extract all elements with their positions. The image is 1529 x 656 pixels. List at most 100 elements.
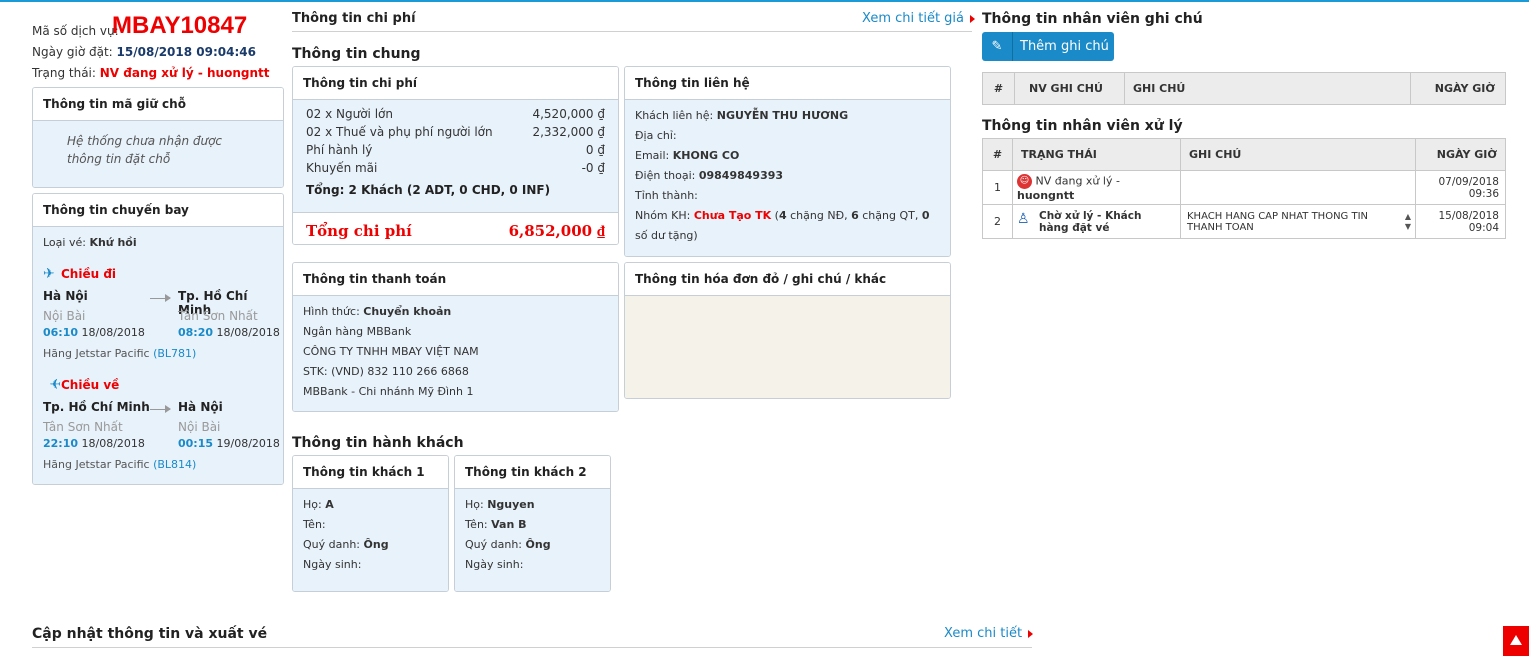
- arrow-right-icon: [150, 405, 171, 413]
- total-guests: Tổng: 2 Khách (2 ADT, 0 CHD, 0 INF): [306, 183, 551, 197]
- total-cost-value: 6,852,000 ₫: [508, 222, 605, 240]
- inbound-airline: Hãng Jetstar Pacific: [43, 458, 150, 471]
- outbound-dep-time: 06:10: [43, 326, 79, 339]
- cost-row-value: -0 ₫: [581, 161, 605, 175]
- company-line: CÔNG TY TNHH MBAY VIỆT NAM: [303, 345, 479, 358]
- outbound-to-airport: Tân Sơn Nhất: [178, 309, 258, 323]
- outbound-label: Chiều đi: [61, 267, 117, 281]
- reservation-panel: Thông tin mã giữ chỗ Hệ thống chưa nhận …: [32, 87, 284, 188]
- payment-panel-title: Thông tin thanh toán: [293, 263, 618, 296]
- inbound-arr-time: 00:15: [178, 437, 214, 450]
- staff-avatar-icon: ☺: [1017, 173, 1032, 189]
- total-cost-label: Tổng chi phí: [306, 222, 412, 240]
- outbound-from-city: Hà Nội: [43, 289, 88, 303]
- inbound-dep-time: 22:10: [43, 437, 79, 450]
- plane-depart-icon: ✈: [43, 266, 55, 282]
- scroll-to-top-button[interactable]: [1503, 626, 1529, 656]
- add-note-button[interactable]: ✎ Thêm ghi chú: [982, 32, 1114, 61]
- contact-name: NGUYỄN THU HƯƠNG: [716, 109, 849, 122]
- contact-panel-title: Thông tin liên hệ: [625, 67, 950, 100]
- inbound-flight-no[interactable]: (BL814): [153, 458, 196, 471]
- inbound-to-city: Hà Nội: [178, 400, 223, 414]
- booking-time: 15/08/2018 09:04:46: [116, 45, 256, 59]
- email-label: Email:: [635, 149, 670, 162]
- cost-row-label: 02 x Người lớn: [306, 107, 393, 121]
- phone-label: Điện thoại:: [635, 169, 696, 182]
- booking-time-label: Ngày giờ đặt:: [32, 45, 113, 59]
- inbound-arr-date: 19/08/2018: [216, 437, 280, 450]
- payment-panel: Thông tin thanh toán Hình thức: Chuyển k…: [292, 262, 619, 412]
- contact-label: Khách liên hệ:: [635, 109, 714, 122]
- table-row: 2 ♙ Chờ xử lý - Khách hàng đặt vé KHACH …: [982, 204, 1506, 239]
- flight-panel: Thông tin chuyến bay Loại vé: Khứ hồi ✈ C…: [32, 193, 284, 485]
- col-staff: NV GHI CHÚ: [1014, 72, 1125, 105]
- bank-line: Ngân hàng MBBank: [303, 325, 412, 338]
- handling-table: # TRẠNG THÁI GHI CHÚ NGÀY GIỜ 1 ☺ NV đan…: [982, 138, 1506, 239]
- passenger-first-name: Van B: [491, 518, 527, 531]
- invoice-panel: Thông tin hóa đơn đỏ / ghi chú / khác: [624, 262, 951, 399]
- cost-row-value: 0 ₫: [585, 143, 605, 157]
- col-num: #: [982, 72, 1015, 105]
- scroll-arrows-icon[interactable]: ▲ ▼: [1403, 212, 1413, 234]
- customer-icon: ♙: [1017, 211, 1030, 227]
- cost-row-value: 4,520,000 ₫: [532, 107, 605, 121]
- top-accent-bar: [0, 0, 1529, 2]
- passenger-last-name: A: [325, 498, 334, 511]
- plane-return-icon: ✈: [49, 377, 61, 393]
- update-title: Cập nhật thông tin và xuất vé: [32, 626, 268, 642]
- flight-title: Thông tin chuyến bay: [33, 194, 283, 227]
- inbound-from-city: Tp. Hồ Chí Minh: [43, 400, 150, 414]
- outbound-arr-date: 18/08/2018: [216, 326, 280, 339]
- view-detail-link[interactable]: Xem chi tiết: [944, 626, 1034, 641]
- passenger-last-name: Nguyen: [487, 498, 535, 511]
- view-price-link[interactable]: Xem chi tiết giá: [862, 11, 976, 26]
- status-label: Trạng thái:: [32, 66, 96, 80]
- divider: [292, 31, 972, 32]
- passenger-panel: Thông tin khách 1 Họ: A Tên: Quý danh: Ô…: [292, 455, 449, 592]
- reservation-title: Thông tin mã giữ chỗ: [33, 88, 283, 121]
- inbound-dep-date: 18/08/2018: [81, 437, 145, 450]
- email-value: KHONG CO: [672, 149, 740, 162]
- invoice-panel-title: Thông tin hóa đơn đỏ / ghi chú / khác: [625, 263, 950, 296]
- col-date: NGÀY GIỜ: [1415, 138, 1506, 171]
- col-status: TRẠNG THÁI: [1012, 138, 1181, 171]
- ticket-type: Khứ hồi: [89, 236, 137, 249]
- service-code-row: Mã số dịch vụ:: [32, 24, 119, 38]
- cost-row-label: Phí hành lý: [306, 143, 373, 157]
- method-value: Chuyển khoản: [363, 305, 452, 318]
- inbound-label: Chiều về: [61, 378, 120, 392]
- cost-row-label: Khuyến mãi: [306, 161, 378, 175]
- notes-title: Thông tin nhân viên ghi chú: [982, 11, 1203, 27]
- general-info-title: Thông tin chung: [292, 46, 421, 62]
- handling-title: Thông tin nhân viên xử lý: [982, 118, 1183, 134]
- method-label: Hình thức:: [303, 305, 360, 318]
- passenger-title: Thông tin khách 2: [455, 456, 610, 489]
- province-label: Tỉnh thành:: [635, 189, 698, 202]
- reservation-message: Hệ thống chưa nhận được thông tin đặt ch…: [67, 134, 223, 166]
- ticket-type-label: Loại vé:: [43, 236, 86, 249]
- phone-value: 09849849393: [698, 169, 784, 182]
- col-date: NGÀY GIỜ: [1410, 72, 1506, 105]
- cost-row-value: 2,332,000 ₫: [532, 125, 605, 139]
- arrow-right-icon: [150, 294, 171, 302]
- contact-panel: Thông tin liên hệ Khách liên hệ: NGUYỄN …: [624, 66, 951, 257]
- service-code: MBAY10847: [112, 12, 248, 39]
- account-line: STK: (VND) 832 110 266 6868: [303, 365, 469, 378]
- group-value: Chưa Tạo TK: [693, 209, 772, 222]
- notes-table: # NV GHI CHÚ GHI CHÚ NGÀY GIỜ: [982, 72, 1506, 105]
- address-label: Địa chỉ:: [635, 129, 677, 142]
- passengers-title: Thông tin hành khách: [292, 435, 464, 451]
- outbound-from-airport: Nội Bài: [43, 309, 86, 323]
- service-code-label: Mã số dịch vụ:: [32, 24, 119, 38]
- branch-line: MBBank - Chi nhánh Mỹ Đình 1: [303, 385, 474, 398]
- inbound-from-airport: Tân Sơn Nhất: [43, 420, 123, 434]
- cost-panel-title: Thông tin chi phí: [293, 67, 618, 100]
- outbound-arr-time: 08:20: [178, 326, 214, 339]
- outbound-dep-date: 18/08/2018: [81, 326, 145, 339]
- pencil-icon: ✎: [982, 32, 1013, 61]
- outbound-airline: Hãng Jetstar Pacific: [43, 347, 150, 360]
- passenger-salutation: Ông: [525, 538, 551, 551]
- col-num: #: [982, 138, 1013, 171]
- outbound-flight-no[interactable]: (BL781): [153, 347, 196, 360]
- cost-section-title: Thông tin chi phí: [292, 11, 416, 26]
